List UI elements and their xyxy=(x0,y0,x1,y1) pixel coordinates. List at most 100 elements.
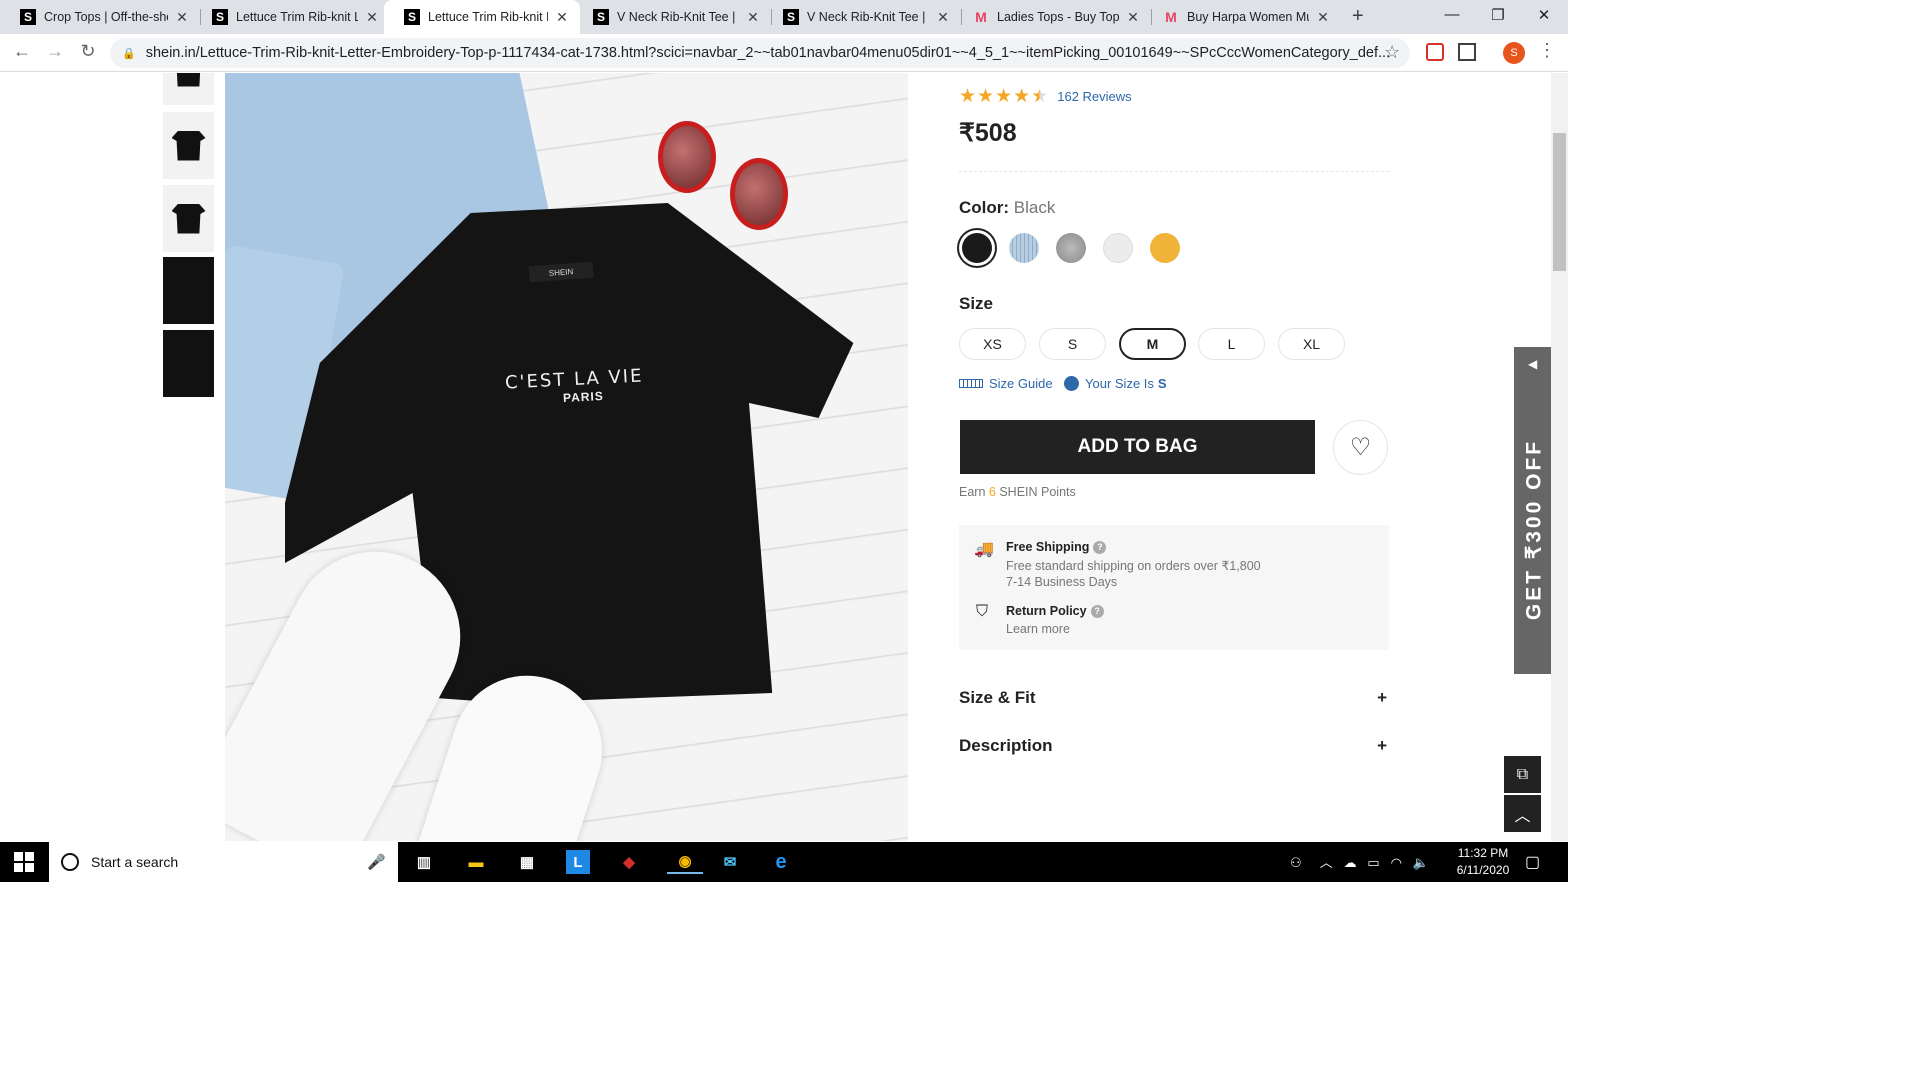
forward-arrow-icon[interactable]: → xyxy=(43,41,67,62)
close-icon[interactable]: ✕ xyxy=(935,9,951,26)
close-icon[interactable]: ✕ xyxy=(1125,9,1141,26)
accordion-size-fit[interactable]: Size & Fit + xyxy=(959,688,1389,708)
color-swatch-grey-marl[interactable] xyxy=(1056,233,1086,263)
close-icon[interactable]: ✕ xyxy=(554,9,570,26)
return-policy-title[interactable]: Return Policy? xyxy=(1006,604,1104,619)
tab-3-active[interactable]: S Lettuce Trim Rib-knit Le ✕ xyxy=(384,0,580,34)
edge-icon[interactable]: e xyxy=(769,850,793,874)
page-scrollbar[interactable] xyxy=(1551,73,1568,841)
product-thumbnail[interactable] xyxy=(163,112,214,179)
clock-date: 6/11/2020 xyxy=(1456,863,1510,877)
free-shipping-title[interactable]: Free Shipping? xyxy=(1006,540,1107,555)
size-option-xl[interactable]: XL xyxy=(1278,328,1345,360)
add-to-bag-button[interactable]: ADD TO BAG xyxy=(960,420,1315,474)
caret-left-icon: ◀ xyxy=(1528,357,1538,371)
color-swatch-mustard[interactable] xyxy=(1150,233,1180,263)
url-field[interactable]: 🔒 shein.in/Lettuce-Trim-Rib-knit-Letter-… xyxy=(110,38,1410,68)
store-icon[interactable]: ▦ xyxy=(515,850,539,874)
notification-icon[interactable]: ▢ xyxy=(1525,852,1540,872)
tab-6[interactable]: M Ladies Tops - Buy Tops ✕ xyxy=(953,0,1151,34)
launcher-l-icon[interactable]: L xyxy=(566,850,590,874)
wifi-icon[interactable]: ◠ xyxy=(1391,855,1402,870)
bookmark-star-icon[interactable]: ☆ xyxy=(1384,42,1400,63)
lock-icon: 🔒 xyxy=(122,47,136,60)
color-label: Color: Black xyxy=(959,198,1055,218)
chevron-up-icon[interactable]: ︿ xyxy=(1320,855,1333,870)
accordion-title: Size & Fit xyxy=(959,688,1036,707)
profile-avatar[interactable]: S xyxy=(1503,42,1525,64)
mcafee-icon[interactable]: ◆ xyxy=(617,850,641,874)
reload-icon[interactable]: ↻ xyxy=(76,41,100,62)
tab-2[interactable]: S Lettuce Trim Rib-knit Le ✕ xyxy=(192,0,390,34)
rating-stars[interactable]: ★ ★ ★ ★ ★ 162 Reviews xyxy=(959,85,1132,108)
screenshot-extension-icon[interactable] xyxy=(1458,43,1476,61)
wishlist-heart-icon[interactable]: ♡ xyxy=(1333,420,1388,475)
product-thumbnail[interactable] xyxy=(163,330,214,397)
product-main-image[interactable]: SHEIN C'EST LA VIE PARIS xyxy=(225,73,908,841)
battery-icon[interactable]: ▭ xyxy=(1367,855,1379,870)
mail-icon[interactable]: ✉ xyxy=(718,850,742,874)
color-swatch-light-blue[interactable] xyxy=(1009,233,1039,263)
color-swatch-black[interactable] xyxy=(962,233,992,263)
close-icon[interactable]: ✕ xyxy=(364,9,380,26)
kebab-menu-icon[interactable]: ⋮ xyxy=(1538,40,1556,61)
microphone-icon[interactable]: 🎤 xyxy=(367,853,386,871)
thumbnail-shirt-image xyxy=(171,203,206,234)
tab-title: Lettuce Trim Rib-knit Le xyxy=(428,10,548,24)
size-option-m[interactable]: M xyxy=(1119,328,1186,360)
compare-icon[interactable]: ⧉ xyxy=(1504,756,1541,793)
promo-side-tab[interactable]: ◀ GET ₹300 OFF xyxy=(1514,347,1551,674)
size-option-l[interactable]: L xyxy=(1198,328,1265,360)
product-price: ₹508 xyxy=(959,119,1017,147)
new-tab-button[interactable]: + xyxy=(1352,5,1364,28)
back-to-top-icon[interactable]: ︿ xyxy=(1504,795,1541,832)
star-icon: ★ xyxy=(959,86,977,107)
points-info: Earn 6 SHEIN Points xyxy=(959,485,1076,499)
accordion-description[interactable]: Description + xyxy=(959,736,1389,756)
close-icon[interactable]: ✕ xyxy=(1315,9,1331,26)
taskbar-search-box[interactable]: Start a search 🎤 xyxy=(49,842,398,882)
reviews-link[interactable]: 162 Reviews xyxy=(1057,89,1131,104)
restore-button[interactable]: ❐ xyxy=(1475,6,1521,24)
close-icon[interactable]: ✕ xyxy=(745,9,761,26)
your-size-value: S xyxy=(1157,376,1167,391)
file-explorer-icon[interactable]: ▬ xyxy=(464,850,488,874)
help-icon[interactable]: ? xyxy=(1090,605,1104,619)
windows-taskbar: Start a search 🎤 ▥ ▬ ▦ L ◆ ◉ ✉ e ⚇ ︿ ☁ ▭… xyxy=(0,842,1568,882)
volume-icon[interactable]: 🔈 xyxy=(1413,855,1429,870)
chrome-icon[interactable]: ◉ xyxy=(667,850,703,874)
myntra-favicon: M xyxy=(1165,9,1177,25)
tab-5[interactable]: S V Neck Rib-Knit Tee | S ✕ xyxy=(763,0,961,34)
color-swatch-white[interactable] xyxy=(1103,233,1133,263)
product-thumbnail[interactable] xyxy=(163,257,214,324)
task-view-icon[interactable]: ▥ xyxy=(412,850,436,874)
window-close-button[interactable]: ✕ xyxy=(1521,6,1567,24)
windows-start-icon[interactable] xyxy=(14,852,34,872)
size-recommend-icon xyxy=(1064,376,1079,391)
tab-1[interactable]: S Crop Tops | Off-the-sho ✕ xyxy=(0,0,200,34)
clock[interactable]: 11:32 PM 6/11/2020 xyxy=(1448,845,1518,879)
product-thumbnail[interactable] xyxy=(163,185,214,252)
tab-4[interactable]: S V Neck Rib-Knit Tee | S ✕ xyxy=(573,0,771,34)
your-size-link[interactable]: Your Size Is S xyxy=(1064,376,1167,391)
shield-icon: ⛉ xyxy=(976,603,989,620)
size-guide-link[interactable]: Size Guide xyxy=(959,376,1053,391)
back-arrow-icon[interactable]: ← xyxy=(10,41,34,62)
onedrive-cloud-icon[interactable]: ☁ xyxy=(1344,855,1357,870)
truck-icon: 🚚 xyxy=(974,541,994,558)
size-option-s[interactable]: S xyxy=(1039,328,1106,360)
points-prefix: Earn xyxy=(959,485,986,499)
scrollbar-thumb[interactable] xyxy=(1553,133,1566,271)
close-icon[interactable]: ✕ xyxy=(174,9,190,26)
shipping-threshold: Free standard shipping on orders over ₹1… xyxy=(1006,559,1261,573)
help-icon[interactable]: ? xyxy=(1093,541,1107,555)
people-icon[interactable]: ⚇ xyxy=(1290,855,1302,870)
product-thumbnail[interactable] xyxy=(163,73,214,105)
tab-7[interactable]: M Buy Harpa Women Mu ✕ xyxy=(1143,0,1341,34)
system-tray[interactable]: ⚇ ︿ ☁ ▭ ◠ 🔈 xyxy=(1290,852,1429,871)
minimize-button[interactable]: — xyxy=(1429,6,1475,23)
return-policy-text: Return Policy xyxy=(1006,604,1087,618)
size-option-xs[interactable]: XS xyxy=(959,328,1026,360)
pocket-extension-icon[interactable] xyxy=(1426,43,1444,61)
learn-more-link[interactable]: Learn more xyxy=(1006,622,1070,636)
